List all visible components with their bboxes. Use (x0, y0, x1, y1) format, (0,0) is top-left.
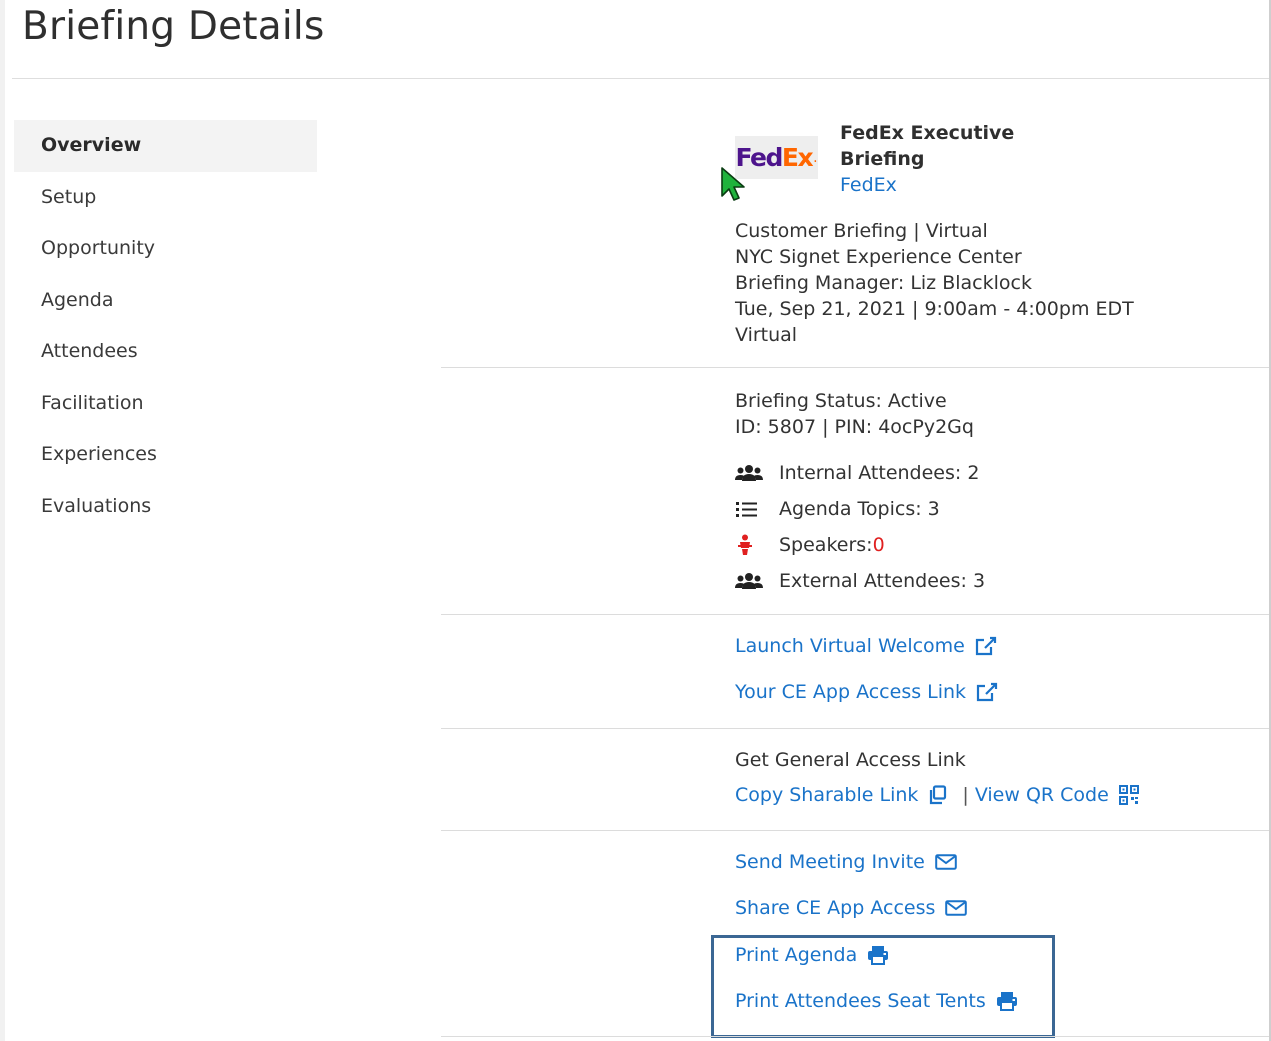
users-icon (735, 464, 779, 482)
briefing-status-block: Briefing Status: Active ID: 5807 | PIN: … (735, 388, 974, 440)
speakers-count: 0 (872, 534, 885, 556)
share-ce-app-access-link[interactable]: Share CE App Access (735, 897, 968, 919)
sidebar-item-setup[interactable]: Setup (14, 172, 317, 224)
briefing-id-pin: ID: 5807 | PIN: 4ocPy2Gq (735, 416, 974, 438)
copy-icon[interactable] (928, 785, 948, 805)
stat-speakers: Speakers: 0 (735, 530, 885, 560)
internal-attendees-text: Internal Attendees: 2 (779, 462, 980, 484)
copy-sharable-link[interactable]: Copy Sharable Link (735, 784, 918, 806)
ce-app-access-label: Your CE App Access Link (735, 681, 967, 703)
header-divider (12, 78, 1269, 79)
launch-virtual-welcome-link[interactable]: Launch Virtual Welcome (735, 635, 997, 657)
sidebar-item-experiences[interactable]: Experiences (14, 429, 317, 481)
sidebar-item-evaluations[interactable]: Evaluations (14, 481, 317, 533)
company-link[interactable]: FedEx (840, 172, 897, 198)
briefing-status: Briefing Status: Active (735, 390, 947, 412)
section-divider (441, 728, 1269, 729)
section-divider (441, 367, 1269, 368)
qr-code-icon[interactable] (1118, 785, 1139, 805)
envelope-icon (945, 900, 968, 916)
share-ce-app-access-label: Share CE App Access (735, 897, 936, 919)
sidebar-nav: Overview Setup Opportunity Agenda Attend… (14, 120, 317, 532)
stat-external-attendees: External Attendees: 3 (735, 566, 985, 596)
briefing-mode: Virtual (735, 324, 798, 346)
sidebar-item-agenda[interactable]: Agenda (14, 275, 317, 327)
briefing-location: NYC Signet Experience Center (735, 246, 1022, 268)
general-access-row: Copy Sharable Link | View QR Code (735, 784, 1139, 806)
section-divider (441, 830, 1269, 831)
external-link-icon (976, 682, 998, 702)
sidebar-item-facilitation[interactable]: Facilitation (14, 378, 317, 430)
users-icon (735, 572, 779, 590)
sidebar-item-overview[interactable]: Overview (14, 120, 317, 172)
logo-text-ex: Ex (781, 143, 814, 172)
page-title: Briefing Details (22, 4, 325, 49)
link-separator: | (962, 784, 969, 806)
window-frame-left (0, 0, 5, 1041)
section-divider (441, 1036, 1269, 1037)
view-qr-code-link[interactable]: View QR Code (975, 784, 1109, 806)
external-attendees-text: External Attendees: 3 (779, 570, 986, 592)
launch-virtual-welcome-label: Launch Virtual Welcome (735, 635, 965, 657)
briefing-name: FedEx Executive Briefing (840, 122, 1015, 170)
section-divider (441, 614, 1269, 615)
sidebar-item-attendees[interactable]: Attendees (14, 326, 317, 378)
print-links-highlight (711, 935, 1055, 1038)
ce-app-access-link[interactable]: Your CE App Access Link (735, 681, 998, 703)
briefing-datetime: Tue, Sep 21, 2021 | 9:00am - 4:00pm EDT (735, 298, 1134, 320)
send-meeting-invite-label: Send Meeting Invite (735, 851, 925, 873)
briefing-type: Customer Briefing | Virtual (735, 220, 988, 242)
general-access-heading: Get General Access Link (735, 749, 966, 771)
envelope-icon (935, 854, 957, 870)
briefing-info: Customer Briefing | Virtual NYC Signet E… (735, 218, 1134, 348)
agenda-topics-text: Agenda Topics: 3 (779, 498, 940, 520)
sidebar-item-opportunity[interactable]: Opportunity (14, 223, 317, 275)
mouse-cursor-icon (721, 167, 745, 201)
send-meeting-invite-link[interactable]: Send Meeting Invite (735, 851, 957, 873)
stat-internal-attendees: Internal Attendees: 2 (735, 458, 979, 488)
briefing-manager: Briefing Manager: Liz Blacklock (735, 272, 1032, 294)
logo-text-dot: . (813, 149, 818, 166)
external-link-icon (975, 636, 996, 656)
speakers-text: Speakers: (779, 534, 873, 556)
stat-agenda-topics: Agenda Topics: 3 (735, 494, 940, 524)
list-icon (735, 500, 779, 518)
speaker-icon (735, 534, 779, 556)
